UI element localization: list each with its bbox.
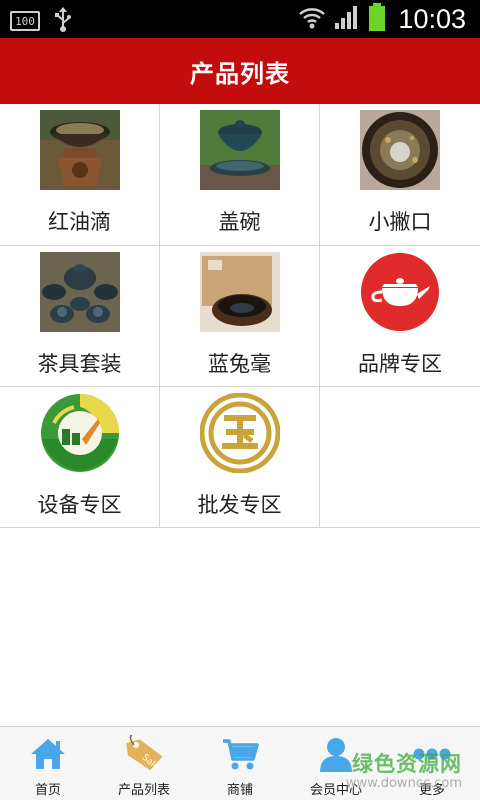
nav-label: 会员中心 xyxy=(309,783,362,798)
page-title: 产品列表 xyxy=(190,59,290,88)
teacup-on-stand-image xyxy=(39,110,120,190)
product-item-small-flare-bowl[interactable]: 小撇口 xyxy=(320,104,480,245)
nav-label: 商铺 xyxy=(226,783,253,798)
usb-icon xyxy=(54,6,72,36)
product-label: 小撇口 xyxy=(368,210,432,234)
blue-hare-bowl-image xyxy=(199,252,280,332)
product-grid: 红油滴 盖碗 小撇口 茶具套装 蓝兔毫 品牌专区 设备专区 批发专区 xyxy=(0,104,480,528)
product-label: 茶具套装 xyxy=(37,352,122,376)
bowl-top-view-image xyxy=(360,110,440,190)
user-icon xyxy=(318,735,354,773)
product-label: 批发专区 xyxy=(197,493,282,517)
nav-item-member-center[interactable]: 会员中心 xyxy=(288,727,384,800)
nav-label: 更多 xyxy=(418,783,445,798)
product-label: 设备专区 xyxy=(37,493,122,517)
product-label: 盖碗 xyxy=(218,210,261,234)
product-item-brand-zone[interactable]: 品牌专区 xyxy=(320,245,480,386)
wholesale-logo-icon xyxy=(199,393,280,473)
more-dots-icon xyxy=(413,735,451,773)
title-bar: 产品列表 xyxy=(0,38,480,104)
battery-icon xyxy=(368,2,386,36)
status-right: 10:03 xyxy=(298,2,466,36)
status-left: 100 xyxy=(10,6,72,36)
product-item-wholesale-zone[interactable]: 批发专区 xyxy=(160,386,320,527)
empty-grid-cell xyxy=(320,386,480,527)
home-icon xyxy=(29,735,67,773)
product-item-red-oil-drop[interactable]: 红油滴 xyxy=(0,104,160,245)
status-bar: 100 10:03 xyxy=(0,0,480,38)
tea-set-image xyxy=(39,252,120,332)
nav-label: 首页 xyxy=(34,783,61,798)
equipment-logo-icon xyxy=(40,393,120,473)
product-label: 品牌专区 xyxy=(358,352,442,376)
price-tag-icon: Sale xyxy=(124,735,164,773)
product-item-tea-set[interactable]: 茶具套装 xyxy=(0,245,160,386)
teapot-circle-icon xyxy=(360,252,440,332)
nav-item-home[interactable]: 首页 xyxy=(0,727,96,800)
clock: 10:03 xyxy=(398,3,466,34)
gaiwan-image xyxy=(199,110,280,190)
signal-icon xyxy=(334,4,360,34)
nav-item-shop[interactable]: 商铺 xyxy=(192,727,288,800)
nav-item-product-list[interactable]: Sale 产品列表 xyxy=(96,727,192,800)
bottom-nav: 首页 Sale 产品列表 商铺 会员中心 更多 xyxy=(0,726,480,800)
product-item-blue-hare-fur[interactable]: 蓝兔毫 xyxy=(160,245,320,386)
product-item-gaiwan[interactable]: 盖碗 xyxy=(160,104,320,245)
product-label: 蓝兔毫 xyxy=(208,352,271,376)
cart-icon xyxy=(221,735,259,773)
battery-percent-badge: 100 xyxy=(10,11,40,31)
wifi-icon xyxy=(298,4,326,34)
nav-item-more[interactable]: 更多 xyxy=(384,727,480,800)
nav-label: 产品列表 xyxy=(117,783,170,798)
product-item-equipment-zone[interactable]: 设备专区 xyxy=(0,386,160,527)
product-label: 红油滴 xyxy=(48,210,111,234)
